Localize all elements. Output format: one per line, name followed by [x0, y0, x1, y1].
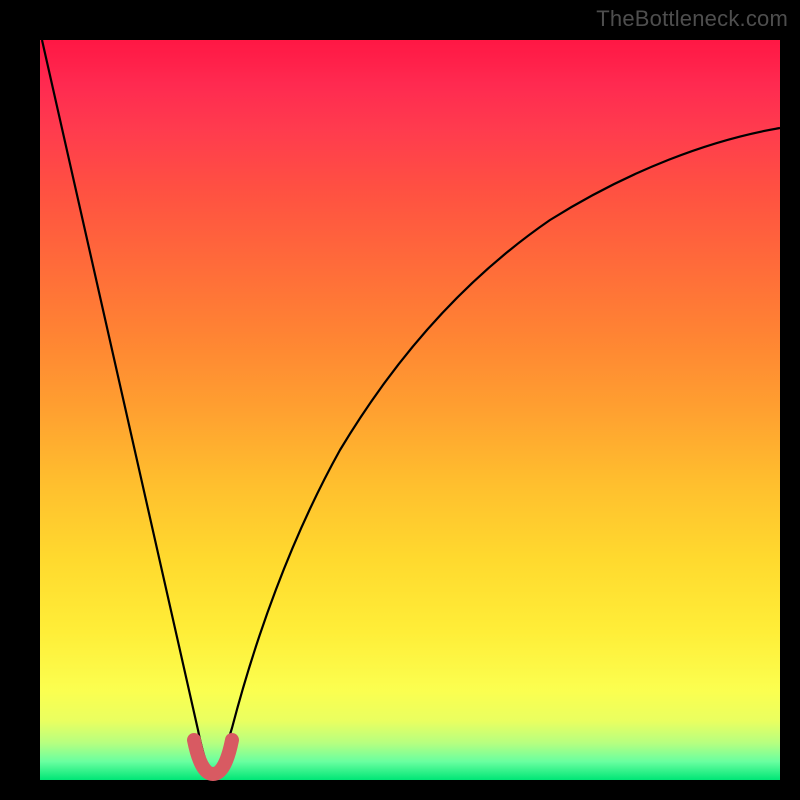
curve-path — [42, 40, 780, 773]
plot-area — [40, 40, 780, 780]
min-marker — [194, 740, 232, 774]
watermark-text: TheBottleneck.com — [596, 6, 788, 32]
chart-frame: TheBottleneck.com — [0, 0, 800, 800]
bottleneck-curve — [40, 40, 780, 780]
